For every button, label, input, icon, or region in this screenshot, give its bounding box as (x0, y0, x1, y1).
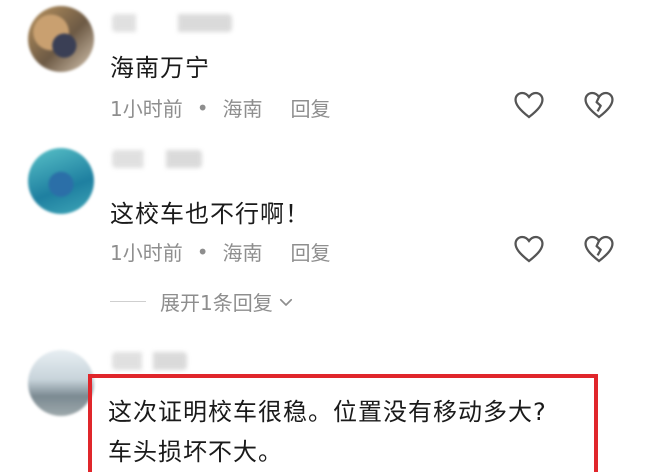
avatar[interactable] (28, 6, 94, 72)
comment-meta: 1小时前 • 海南 回复 (110, 237, 331, 266)
expand-replies-button[interactable]: 展开1条回复 (110, 287, 295, 316)
expand-divider (110, 301, 146, 302)
username-blurred[interactable] (112, 352, 187, 370)
comment-location: 海南 (222, 97, 263, 121)
heart-icon[interactable] (512, 88, 546, 122)
meta-separator: • (196, 95, 209, 120)
comment-time: 1小时前 (110, 97, 183, 121)
broken-heart-icon[interactable] (582, 232, 616, 266)
comment-list: 海南万宁 1小时前 • 海南 回复 这校车也不行啊！ 1小时前 • 海南 回复 … (0, 0, 650, 472)
reply-button[interactable]: 回复 (291, 237, 331, 266)
comment-text-line-2: 车头损坏不大。 (108, 438, 283, 466)
comment-text: 这校车也不行啊！ (110, 200, 310, 228)
avatar[interactable] (28, 148, 94, 214)
broken-heart-icon[interactable] (582, 88, 616, 122)
comment-text-line-1: 这次证明校车很稳。位置没有移动多大? (108, 398, 547, 426)
chevron-down-icon (279, 298, 292, 306)
heart-icon[interactable] (512, 232, 546, 266)
comment-location: 海南 (222, 241, 263, 265)
comment-time: 1小时前 (110, 241, 183, 265)
comment-meta: 1小时前 • 海南 回复 (110, 93, 331, 122)
expand-replies-label: 展开1条回复 (160, 291, 273, 315)
username-blurred[interactable] (112, 150, 202, 168)
avatar[interactable] (28, 350, 94, 416)
reply-button[interactable]: 回复 (291, 93, 331, 122)
username-blurred[interactable] (112, 14, 232, 32)
comment-text: 海南万宁 (110, 54, 210, 82)
meta-separator: • (196, 239, 209, 264)
